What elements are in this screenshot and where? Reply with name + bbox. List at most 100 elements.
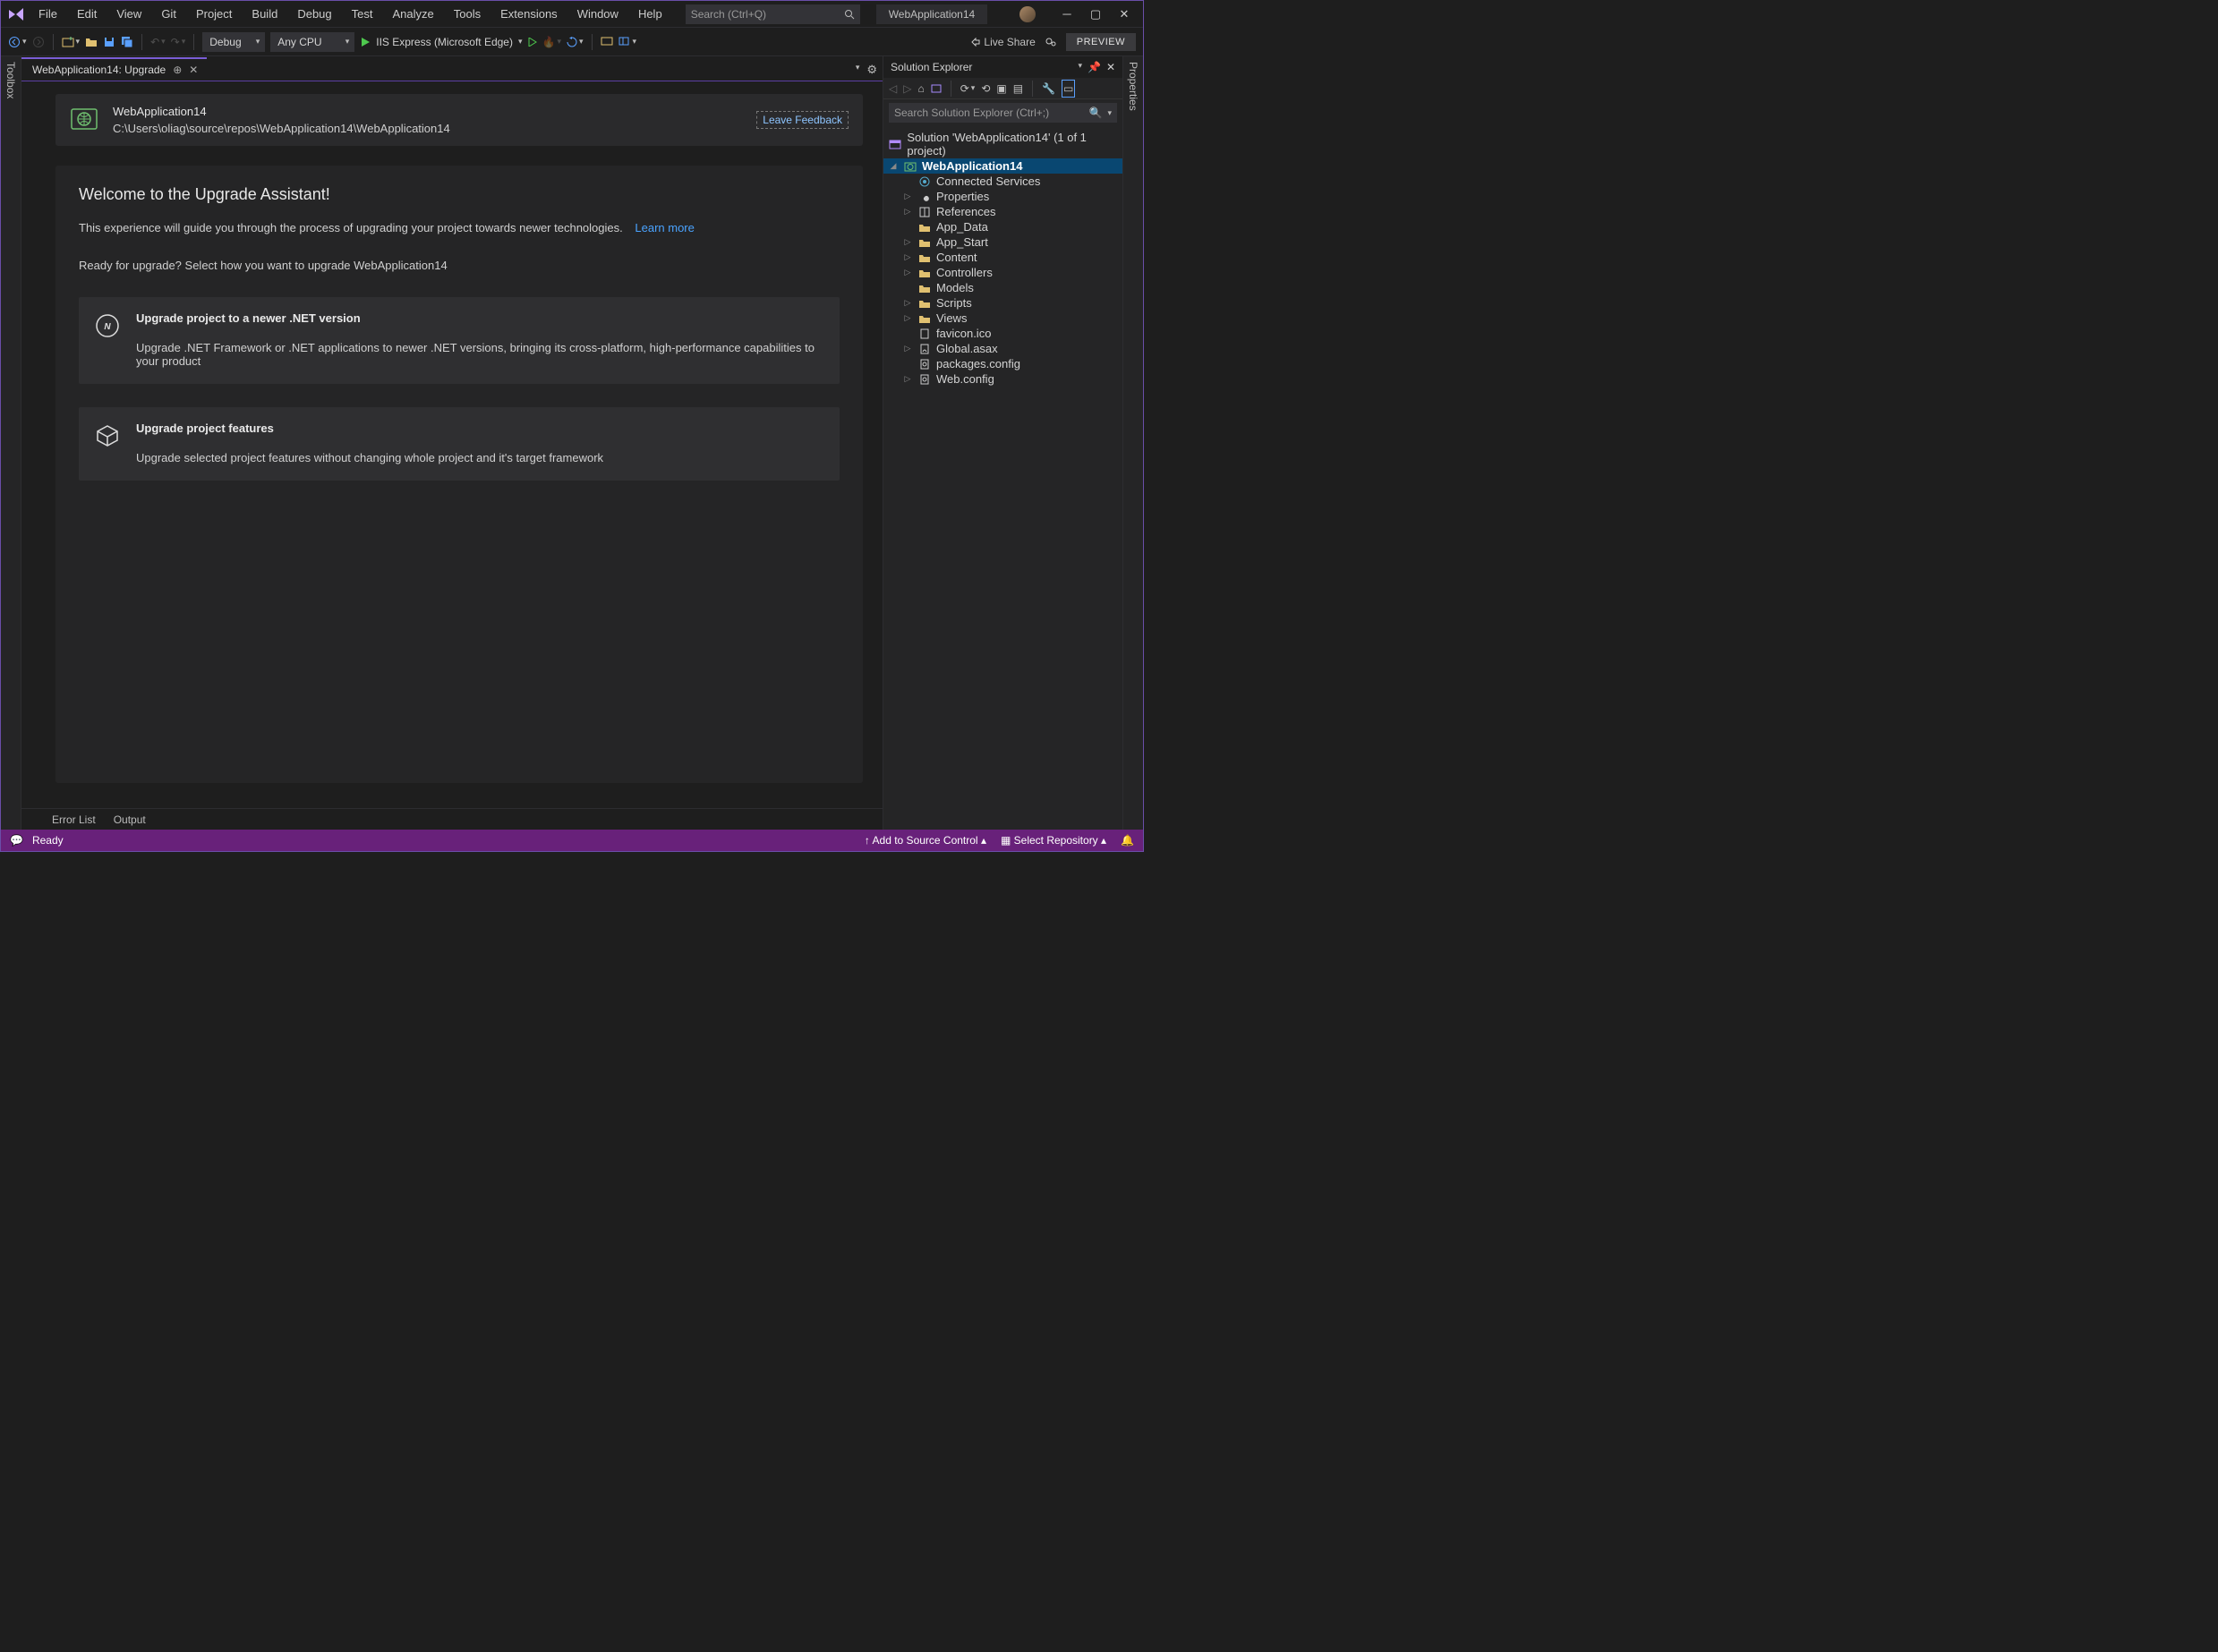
undo-button[interactable]: ↶▾: [150, 33, 166, 51]
pin-icon[interactable]: ⊕: [173, 64, 182, 76]
upgrade-option-net-version[interactable]: N Upgrade project to a newer .NET versio…: [79, 297, 840, 384]
leave-feedback-link[interactable]: Leave Feedback: [756, 111, 849, 129]
pin-icon[interactable]: 📌: [1088, 61, 1101, 73]
gear-icon[interactable]: ⚙: [866, 63, 877, 77]
close-tab-icon[interactable]: ✕: [189, 64, 198, 76]
menu-view[interactable]: View: [107, 4, 150, 24]
hot-reload-button[interactable]: 🔥▾: [542, 33, 561, 51]
browser-link-dashboard-button[interactable]: ▾: [618, 33, 637, 51]
feedback-icon[interactable]: [1045, 33, 1057, 51]
avatar[interactable]: [1019, 6, 1036, 22]
tree-node[interactable]: App_Data: [883, 219, 1122, 234]
tree-node[interactable]: ▷References: [883, 204, 1122, 219]
tree-node-label: Controllers: [936, 266, 993, 279]
menu-debug[interactable]: Debug: [288, 4, 340, 24]
error-list-tab[interactable]: Error List: [45, 811, 103, 829]
expand-arrow-icon[interactable]: ▷: [903, 298, 912, 308]
tree-node[interactable]: favicon.ico: [883, 326, 1122, 341]
menu-git[interactable]: Git: [152, 4, 185, 24]
sync-icon[interactable]: ⟲: [981, 80, 990, 98]
refresh-button[interactable]: ▾: [567, 33, 584, 51]
menu-test[interactable]: Test: [343, 4, 382, 24]
menu-help[interactable]: Help: [629, 4, 671, 24]
minimize-button[interactable]: ─: [1061, 8, 1073, 21]
expand-arrow-icon[interactable]: ▷: [903, 207, 912, 217]
menu-tools[interactable]: Tools: [445, 4, 490, 24]
forward-icon[interactable]: ▷: [903, 80, 911, 98]
tree-node[interactable]: ▷ Controllers: [883, 265, 1122, 280]
back-icon[interactable]: ◁: [889, 80, 897, 98]
expand-arrow-icon[interactable]: ▷: [903, 374, 912, 384]
preview-selected-icon[interactable]: ▭: [1062, 80, 1075, 98]
upgrade-option-features[interactable]: Upgrade project features Upgrade selecte…: [79, 407, 840, 481]
maximize-button[interactable]: ▢: [1089, 8, 1102, 21]
solution-node[interactable]: Solution 'WebApplication14' (1 of 1 proj…: [883, 130, 1122, 158]
save-all-button[interactable]: [121, 33, 133, 51]
tree-node[interactable]: ▷Content: [883, 250, 1122, 265]
folder-icon: [917, 311, 931, 325]
document-tab[interactable]: WebApplication14: Upgrade ⊕ ✕: [21, 57, 207, 81]
search-icon: 🔍: [1089, 106, 1103, 119]
collapse-all-icon[interactable]: ▣: [996, 80, 1006, 98]
tree-node[interactable]: ▷Properties: [883, 189, 1122, 204]
expand-arrow-icon[interactable]: ▷: [903, 313, 912, 323]
tree-node[interactable]: ▷Web.config: [883, 371, 1122, 387]
explorer-tree: Solution 'WebApplication14' (1 of 1 proj…: [883, 126, 1122, 830]
config-select[interactable]: Debug▾: [202, 32, 265, 52]
nav-back-button[interactable]: ▾: [8, 33, 27, 51]
learn-more-link[interactable]: Learn more: [635, 221, 694, 234]
option-title: Upgrade project features: [136, 422, 603, 435]
platform-select[interactable]: Any CPU▾: [270, 32, 354, 52]
new-item-button[interactable]: ▾: [62, 33, 81, 51]
menu-file[interactable]: File: [30, 4, 66, 24]
properties-icon[interactable]: 🔧: [1042, 80, 1055, 98]
tree-node[interactable]: packages.config: [883, 356, 1122, 371]
save-button[interactable]: [103, 33, 115, 51]
menu-build[interactable]: Build: [243, 4, 286, 24]
menu-edit[interactable]: Edit: [68, 4, 106, 24]
explorer-dropdown-icon[interactable]: ▾: [1078, 61, 1082, 73]
add-source-control-button[interactable]: ↑ Add to Source Control ▴: [865, 834, 986, 847]
toolbox-tab[interactable]: Toolbox: [1, 56, 21, 830]
menu-extensions[interactable]: Extensions: [491, 4, 567, 24]
redo-button[interactable]: ↷▾: [171, 33, 186, 51]
global-search-input[interactable]: Search (Ctrl+Q): [686, 4, 860, 24]
start-without-debug-button[interactable]: [528, 33, 537, 51]
menu-project[interactable]: Project: [187, 4, 241, 24]
expand-arrow-icon[interactable]: ▷: [903, 268, 912, 277]
pending-changes-filter-icon[interactable]: ⟳▾: [960, 80, 976, 98]
menu-analyze[interactable]: Analyze: [383, 4, 442, 24]
expand-arrow-icon[interactable]: ▷: [903, 344, 912, 353]
chat-icon[interactable]: 💬: [10, 834, 23, 847]
tree-node[interactable]: ▷Scripts: [883, 295, 1122, 311]
expand-arrow-icon[interactable]: ▷: [903, 252, 912, 262]
tree-node[interactable]: ▷App_Start: [883, 234, 1122, 250]
start-debug-button[interactable]: IIS Express (Microsoft Edge) ▾: [360, 33, 522, 51]
tree-node[interactable]: ▷Views: [883, 311, 1122, 326]
open-button[interactable]: [85, 33, 98, 51]
preview-button[interactable]: PREVIEW: [1066, 33, 1136, 51]
home-icon[interactable]: ⌂: [917, 80, 924, 98]
notifications-icon[interactable]: 🔔: [1121, 834, 1134, 847]
switch-views-icon[interactable]: [931, 80, 942, 98]
close-icon[interactable]: ✕: [1106, 61, 1115, 73]
explorer-search-input[interactable]: Search Solution Explorer (Ctrl+;) 🔍▾: [889, 103, 1117, 123]
tree-node[interactable]: ▷Global.asax: [883, 341, 1122, 356]
nav-forward-button[interactable]: [32, 33, 45, 51]
expand-arrow-icon[interactable]: ▷: [903, 237, 912, 247]
expand-arrow-icon[interactable]: ▷: [903, 192, 912, 201]
project-node[interactable]: ◢ WebApplication14: [883, 158, 1122, 174]
tab-dropdown-icon[interactable]: ▾: [856, 63, 860, 77]
explorer-search-placeholder: Search Solution Explorer (Ctrl+;): [894, 106, 1049, 119]
select-repository-button[interactable]: ▦ Select Repository ▴: [1001, 834, 1106, 847]
show-all-files-icon[interactable]: ▤: [1013, 80, 1023, 98]
close-button[interactable]: ✕: [1118, 8, 1130, 21]
properties-tab[interactable]: Properties: [1122, 56, 1143, 830]
menu-window[interactable]: Window: [568, 4, 627, 24]
browser-link-button[interactable]: [601, 33, 613, 51]
output-tab[interactable]: Output: [107, 811, 153, 829]
expand-arrow-icon[interactable]: ◢: [889, 161, 898, 171]
live-share-button[interactable]: Live Share: [969, 33, 1035, 51]
tree-node[interactable]: Models: [883, 280, 1122, 295]
tree-node[interactable]: Connected Services: [883, 174, 1122, 189]
